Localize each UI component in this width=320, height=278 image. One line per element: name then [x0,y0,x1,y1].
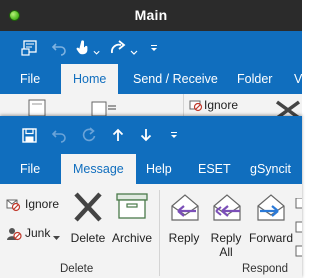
customize-qat-icon-message[interactable] [168,116,180,154]
new-email-icon[interactable] [26,98,50,116]
undo-icon[interactable] [48,31,70,64]
respond-group-label: Respond [242,263,289,275]
ignore-icon [6,197,21,215]
tab-file[interactable]: File [20,64,40,94]
forward-icon [255,192,287,225]
junk-label: Junk [25,226,51,240]
delete-icon-main[interactable] [273,100,302,116]
delete-button[interactable]: Delete [67,188,109,260]
delete-label: Delete [70,231,106,245]
message-ribbon: Ignore Junk Delete Archive Delete Reply … [0,184,305,278]
new-items-icon[interactable] [90,98,120,116]
group-separator [159,190,160,276]
tab-file-message[interactable]: File [20,154,40,184]
save-icon[interactable] [18,116,40,154]
undo-icon-message[interactable] [48,116,70,154]
junk-button[interactable]: Junk [6,222,62,244]
message-quick-access-toolbar [0,116,302,154]
reply-label: Reply [168,231,200,245]
meeting-icon-partial[interactable] [295,197,305,261]
next-item-icon[interactable] [136,116,156,154]
forward-label: Forward [248,231,293,245]
main-window-titlebar: Main [0,0,302,31]
tab-eset[interactable]: ESET [198,154,231,184]
ignore-icon[interactable] [189,98,203,115]
redo-icon[interactable] [78,116,100,154]
reply-all-icon [210,192,244,225]
group-separator [183,94,184,116]
delete-icon [72,192,104,225]
reply-all-label-line2: All [219,245,233,259]
tab-message[interactable]: Message [61,154,136,184]
tab-send-receive[interactable]: Send / Receive [133,64,218,94]
customize-qat-icon[interactable] [148,31,160,64]
send-receive-all-icon[interactable] [18,31,42,64]
reply-icon [169,192,201,225]
delete-group-label: Delete [60,263,94,275]
forward-all-icon[interactable] [108,31,138,64]
archive-button[interactable]: Archive [109,188,155,260]
chevron-down-icon [53,230,60,244]
tab-gsyncit[interactable]: gSyncit [250,154,291,184]
previous-item-icon[interactable] [108,116,128,154]
touch-mouse-mode-icon[interactable] [74,31,100,64]
main-quick-access-toolbar [0,31,302,64]
forward-button[interactable]: Forward [247,188,295,260]
reply-all-label-line1: Reply [210,231,242,245]
ignore-button[interactable]: Ignore [6,194,62,216]
tab-view-partial[interactable]: V [294,64,302,94]
main-ribbon-partial: Ignore [0,94,302,116]
archive-icon [116,192,148,223]
message-ribbon-tabs: File Message Help ESET gSyncit [0,154,302,184]
tab-home[interactable]: Home [61,64,119,94]
tab-help[interactable]: Help [146,154,172,184]
main-ribbon-tabs: File Home Send / Receive Folder V [0,64,302,94]
junk-icon [6,226,22,244]
message-window: File Message Help ESET gSyncit Ignore Ju… [0,116,305,278]
archive-label: Archive [111,231,152,245]
main-window-title: Main [134,7,168,23]
reply-all-button[interactable]: Reply All [206,188,246,260]
reply-button[interactable]: Reply [164,188,204,260]
ignore-label: Ignore [25,197,60,211]
tab-folder[interactable]: Folder [237,64,272,94]
ignore-label-main[interactable]: Ignore [204,99,238,112]
